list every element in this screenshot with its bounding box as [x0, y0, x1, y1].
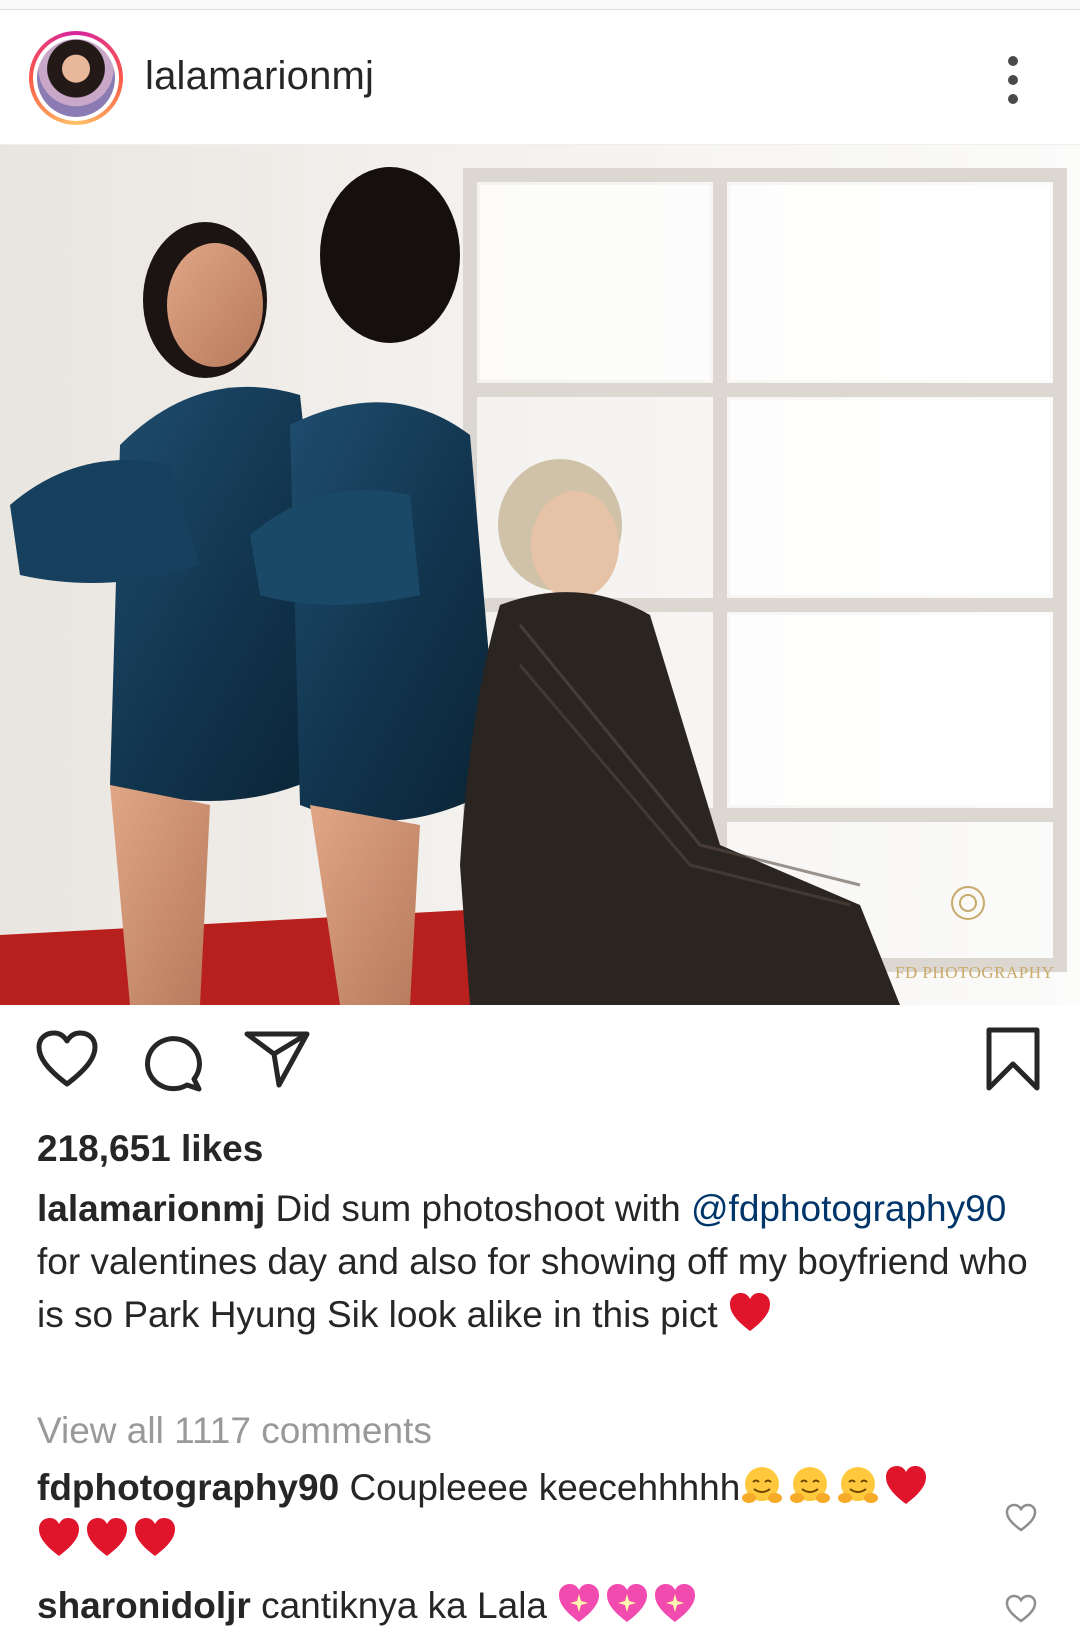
comment-text: cantiknya ka Lala — [250, 1585, 558, 1626]
photoshoot-image — [0, 145, 1080, 1005]
red-heart-emoji-icon — [729, 1293, 770, 1331]
sparkling-heart-emoji-icon — [607, 1584, 648, 1622]
comment-bubble-icon[interactable] — [142, 1032, 204, 1097]
sparkling-heart-emoji-icon — [559, 1584, 600, 1622]
sparkling-heart-emoji-icon — [655, 1584, 696, 1622]
comment-username[interactable]: sharonidoljr — [37, 1585, 251, 1626]
caption-mention-link[interactable]: @fdphotography90 — [691, 1188, 1006, 1229]
small-heart-icon[interactable] — [1005, 1503, 1037, 1535]
hugging-face-emoji-icon — [742, 1467, 783, 1503]
post-header: lalamarionmj — [0, 10, 1080, 145]
caption-text: Did sum photoshoot with — [265, 1188, 691, 1229]
more-options-icon[interactable] — [998, 50, 1028, 110]
small-heart-icon[interactable] — [1005, 1594, 1037, 1626]
post-actions — [0, 1027, 1080, 1100]
post-caption: lalamarionmj Did sum photoshoot with @fd… — [37, 1182, 1047, 1341]
caption-text: for valentines day and also for showing … — [37, 1241, 1028, 1335]
post-username[interactable]: lalamarionmj — [145, 54, 374, 99]
hugging-face-emoji-icon — [838, 1467, 879, 1503]
post-photo[interactable] — [0, 145, 1080, 1005]
red-heart-emoji-icon — [87, 1518, 127, 1556]
caption-username[interactable]: lalamarionmj — [37, 1188, 265, 1229]
send-paper-plane-icon[interactable] — [244, 1030, 310, 1093]
likes-count[interactable]: 218,651 likes — [37, 1128, 263, 1170]
profile-picture — [37, 39, 115, 117]
red-heart-emoji-icon — [886, 1466, 927, 1504]
view-all-comments-link[interactable]: View all 1117 comments — [37, 1410, 432, 1452]
hugging-face-emoji-icon — [790, 1467, 831, 1503]
comment-username[interactable]: fdphotography90 — [37, 1467, 339, 1508]
bookmark-icon[interactable] — [985, 1026, 1041, 1097]
comment-text: Coupleeee keecehhhhh — [339, 1467, 741, 1508]
status-divider — [0, 0, 1080, 10]
comment-item: fdphotography90 Coupleeee keecehhhhh — [37, 1462, 967, 1566]
red-heart-emoji-icon — [135, 1518, 175, 1556]
photographer-watermark: FD PHOTOGRAPHY — [895, 963, 1055, 982]
avatar[interactable] — [29, 31, 123, 125]
red-heart-emoji-icon — [39, 1518, 79, 1556]
comment-item: sharonidoljr cantiknya ka Lala — [37, 1580, 967, 1632]
heart-outline-icon[interactable] — [36, 1030, 98, 1093]
